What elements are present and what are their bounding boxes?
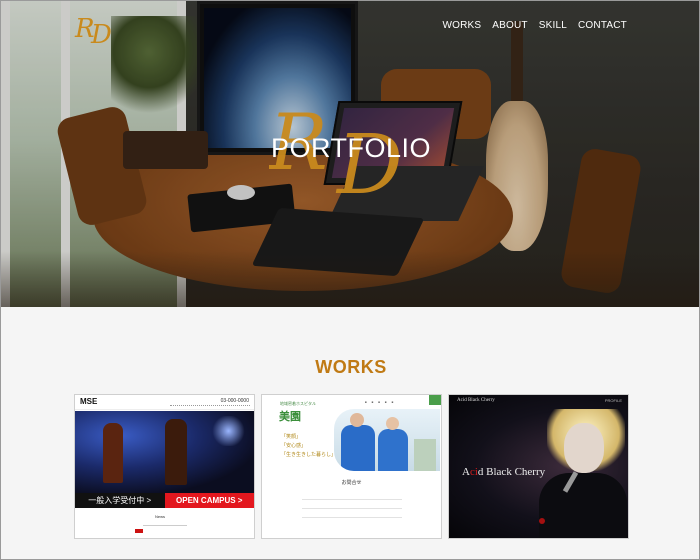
news-heading: News: [155, 514, 166, 519]
hero-title: PORTFOLIO: [270, 133, 432, 163]
card-form: [302, 499, 402, 526]
main-nav: WORKS ABOUT SKILL CONTACT: [443, 20, 627, 31]
work-card-acid-black-cherry[interactable]: Acid Black Cherry PROFILE Acid Black Che…: [448, 394, 629, 539]
work-card-misono[interactable]: 地域密着ホスピタル 美園 ■ ■ ■ ■ ■ 「笑顔」 「安心感」 「生き生きし…: [261, 394, 442, 539]
rose-icon: [539, 518, 545, 524]
card-site-name: Acid Black Cherry: [457, 398, 495, 403]
nav-about[interactable]: ABOUT: [492, 20, 527, 31]
card-phone: 03-000-0000: [220, 398, 249, 404]
card-brand-tagline: 地域密着ホスピタル: [280, 401, 316, 406]
page: R D WORKS ABOUT SKILL CONTACT R D PORTFO…: [0, 0, 700, 560]
card-title: Acid Black Cherry: [462, 466, 546, 478]
hero-section: R D WORKS ABOUT SKILL CONTACT R D PORTFO…: [1, 1, 699, 307]
work-card-mse[interactable]: MSE 03-000-0000 一般入学受付中 > OPEN CAMPUS > …: [74, 394, 255, 539]
card-catch-lines: 「笑顔」 「安心感」 「生き生きした暮らし」: [281, 434, 337, 458]
site-logo[interactable]: R D: [73, 9, 119, 47]
nav-contact[interactable]: CONTACT: [578, 20, 627, 31]
card-staff-photo: [334, 409, 440, 471]
card-hero-image: [75, 411, 254, 493]
svg-text:D: D: [90, 20, 112, 47]
admission-button: 一般入学受付中 >: [75, 493, 165, 508]
nav-skill[interactable]: SKILL: [539, 20, 567, 31]
nav-works[interactable]: WORKS: [443, 20, 482, 31]
card-cta-band: 一般入学受付中 > OPEN CAMPUS >: [75, 493, 254, 508]
card-site-name: MSE: [80, 397, 98, 406]
card-brand-name: 美園: [279, 411, 301, 423]
works-heading: WORKS: [315, 357, 387, 377]
card-form-heading: お問合せ: [341, 480, 362, 486]
card-menu: PROFILE: [604, 398, 622, 403]
open-campus-button: OPEN CAMPUS >: [164, 493, 254, 508]
